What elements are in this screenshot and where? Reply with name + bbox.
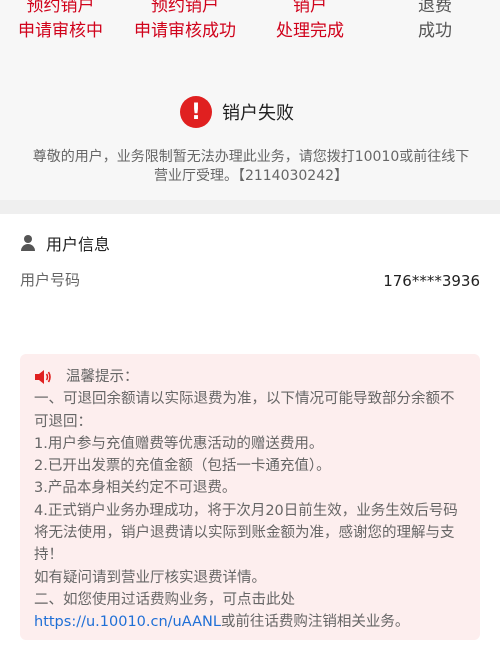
progress-steps: 预约销户 申请审核中 预约销户 申请审核成功 销户 处理完成 退费 成功 [0, 0, 500, 52]
tips-link-suffix: 或前往话费购注销相关业务。 [220, 614, 410, 631]
step-3-line1: 销户 [293, 0, 327, 16]
step-1-line1: 预约销户 [26, 0, 95, 16]
status-description: 尊敬的用户，业务限制暂无法办理此业务，请您拨打10010或前往线下营业厅受理。【… [32, 149, 470, 184]
user-number-label: 用户号码 [20, 271, 81, 289]
tips-box: 温馨提示： 一、可退回余额请以实际退费为准，以下情况可能导致部分余额不可退回： … [20, 354, 480, 640]
step-1: 预约销户 申请审核中 [18, 0, 103, 44]
user-number-value: 176****3936 [383, 272, 480, 290]
speaker-icon [35, 370, 51, 385]
warning-icon: ! [180, 96, 212, 128]
tips-line-1: 一、可退回余额请以实际退费为准，以下情况可能导致部分余额不可退回： [34, 391, 455, 430]
tips-line-2: 1.用户参与充值赠费等优惠活动的赠送费用。 [34, 435, 324, 452]
step-4: 退费 成功 [418, 0, 452, 44]
step-1-line2: 申请审核中 [18, 21, 103, 41]
step-4-line1: 退费 [418, 0, 452, 16]
step-3: 销户 处理完成 [276, 0, 344, 44]
tips-link-line: https://u.10010.cn/uAANL或前往话费购注销相关业务。 [34, 611, 466, 633]
status-title: 销户失败 [222, 103, 294, 124]
fee-purchase-link[interactable]: https://u.10010.cn/uAANL [34, 614, 221, 630]
tips-title: 温馨提示： [66, 369, 139, 385]
user-info-header: 用户信息 [20, 232, 110, 254]
tips-line-7: 二、如您使用过话费购业务，可点击此处 [34, 591, 295, 608]
section-divider [0, 200, 500, 214]
step-3-line2: 处理完成 [276, 21, 344, 41]
step-2-line1: 预约销户 [151, 0, 219, 16]
status-row: ! 销户失败 [0, 95, 500, 129]
tips-line-4: 3.产品本身相关约定不可退费。 [34, 480, 237, 497]
status-card: 预约销户 申请审核中 预约销户 申请审核成功 销户 处理完成 退费 成功 ! 销… [0, 0, 500, 200]
tips-header: 温馨提示： [34, 366, 466, 388]
tips-line-3: 2.已开出发票的充值金额（包括一卡通充值）。 [34, 458, 331, 475]
user-icon [20, 235, 36, 251]
tips-line-6: 如有疑问请到营业厅核实退费详情。 [34, 569, 266, 586]
tips-line-5: 4.正式销户业务办理成功，将于次月20日前生效，业务生效后号码将无法使用，销户退… [34, 502, 458, 564]
step-2: 预约销户 申请审核成功 [134, 0, 236, 44]
step-4-line2: 成功 [418, 21, 452, 41]
step-2-line2: 申请审核成功 [134, 21, 236, 41]
user-info-title: 用户信息 [46, 235, 111, 254]
